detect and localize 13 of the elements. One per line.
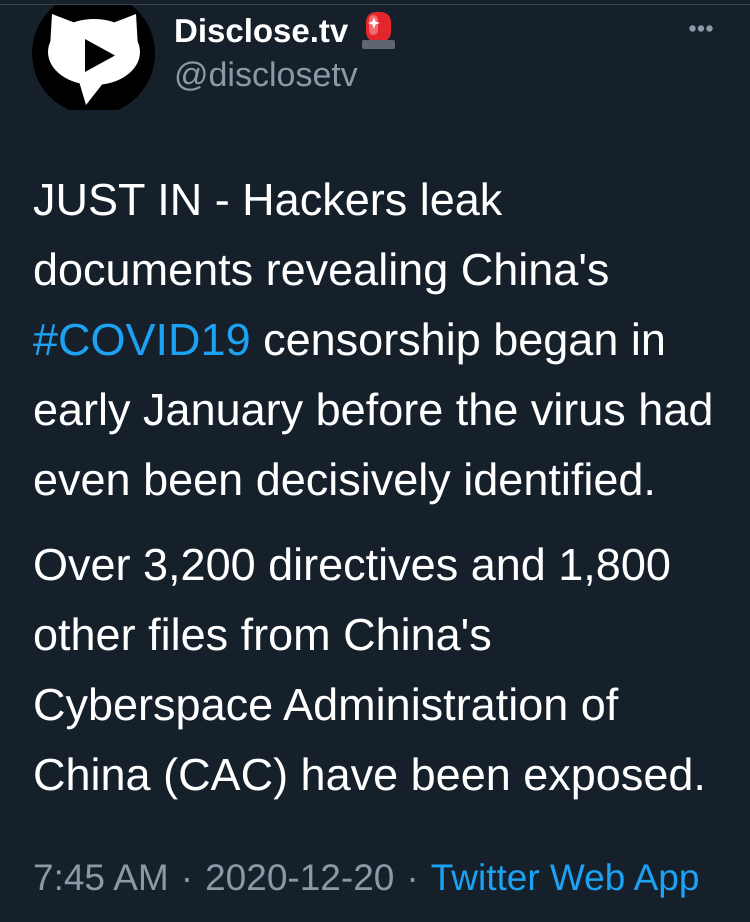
avatar[interactable] bbox=[32, 5, 155, 110]
tweet-time: 7:45 AM bbox=[33, 856, 169, 900]
tweet-date: 2020-12-20 bbox=[205, 856, 394, 900]
siren-icon bbox=[362, 11, 396, 49]
separator: · bbox=[180, 856, 194, 900]
separator: · bbox=[406, 856, 419, 900]
display-name[interactable]: Disclose.tv bbox=[174, 11, 348, 51]
user-handle[interactable]: @disclosetv bbox=[174, 55, 396, 95]
source-link[interactable]: Twitter Web App bbox=[430, 856, 700, 900]
more-icon[interactable] bbox=[689, 25, 713, 32]
tweet-text: Over 3,200 directives and 1,800 other files from China's Cyberspace Administration of China (CAC) have been exposed. bbox=[33, 538, 707, 802]
tweet-text: JUST IN - Hackers leak documents revealing China's #COVID19 censorship began in early January before the virus had even been decisively identified. bbox=[33, 173, 714, 507]
hashtag-link[interactable]: #COVID19 bbox=[33, 314, 251, 365]
